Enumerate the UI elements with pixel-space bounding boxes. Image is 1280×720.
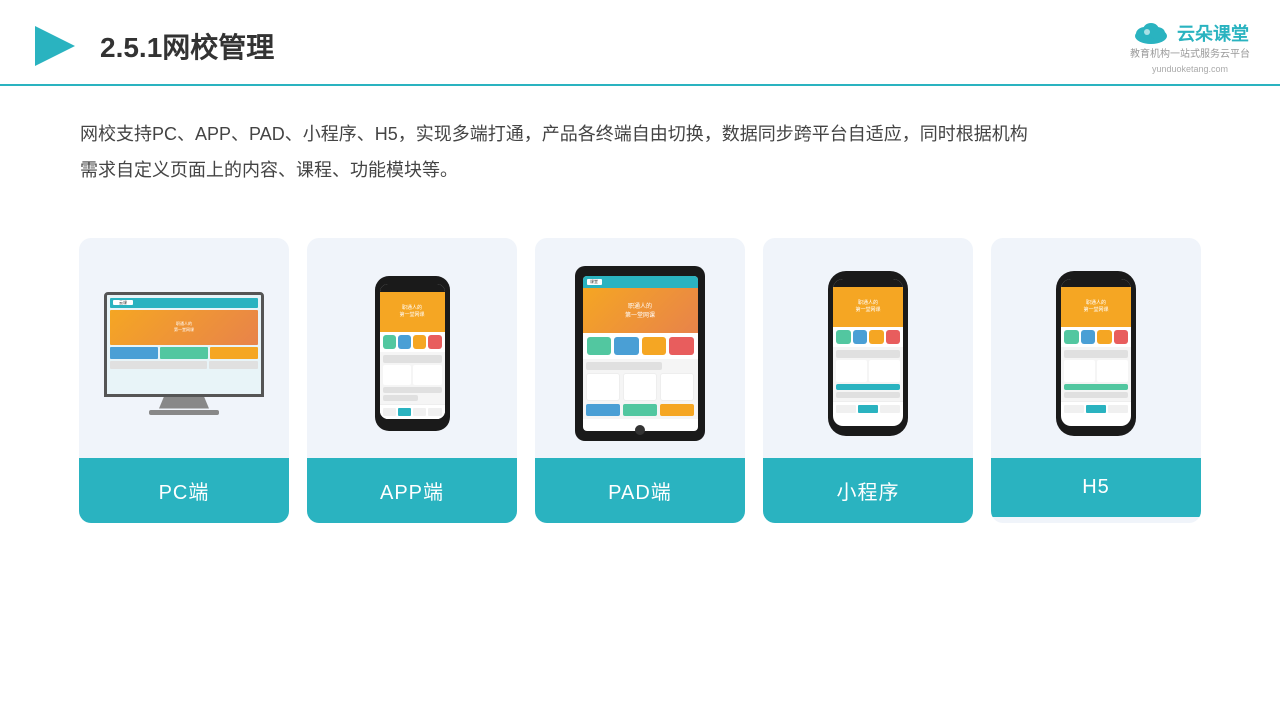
pc-mockup: 云课 职通人的第一堂网课: [104, 292, 264, 415]
logo-url: yunduoketang.com: [1152, 64, 1228, 74]
tablet-screen: 课堂 职通人的第一堂网课: [583, 276, 698, 431]
phone-mockup-app: 职通人的第一堂网课: [375, 276, 450, 431]
logo-cloud: 云朵课堂: [1131, 18, 1249, 48]
description: 网校支持PC、APP、PAD、小程序、H5，实现多端打通，产品各终端自由切换，数…: [0, 86, 1280, 198]
card-app: 职通人的第一堂网课: [307, 238, 517, 523]
phone-notch-app: [400, 284, 425, 290]
card-miniprogram-image: 职通人的第一堂网课: [763, 238, 973, 458]
logo-tagline: 教育机构一站式服务云平台: [1130, 48, 1250, 62]
card-app-image: 职通人的第一堂网课: [307, 238, 517, 458]
phone-mockup-h5: 职通人的第一堂网课: [1056, 271, 1136, 436]
card-h5-label: H5: [991, 458, 1201, 517]
card-pc: 云课 职通人的第一堂网课: [79, 238, 289, 523]
card-pc-image: 云课 职通人的第一堂网课: [79, 238, 289, 458]
description-text: 网校支持PC、APP、PAD、小程序、H5，实现多端打通，产品各终端自由切换，数…: [80, 124, 1028, 144]
pc-stand: [159, 397, 209, 409]
cards-container: 云课 职通人的第一堂网课: [0, 208, 1280, 553]
phone-notch-h5: [1084, 279, 1109, 285]
logo-text: 云朵课堂: [1177, 20, 1249, 46]
card-miniprogram: 职通人的第一堂网课: [763, 238, 973, 523]
card-app-label: APP端: [307, 458, 517, 523]
card-pad: 课堂 职通人的第一堂网课: [535, 238, 745, 523]
description-text-2: 需求自定义页面上的内容、课程、功能模块等。: [80, 160, 458, 180]
phone-screen-h5: 职通人的第一堂网课: [1061, 279, 1131, 426]
phone-screen-app: 职通人的第一堂网课: [380, 284, 445, 419]
cloud-icon: [1131, 18, 1171, 48]
pc-base: [149, 410, 219, 415]
phone-screen-mini: 职通人的第一堂网课: [833, 279, 903, 426]
page-title: 2.5.1网校管理: [100, 26, 274, 66]
pc-screen: 云课 职通人的第一堂网课: [104, 292, 264, 397]
card-pc-label: PC端: [79, 458, 289, 523]
card-h5: 职通人的第一堂网课: [991, 238, 1201, 523]
header: 2.5.1网校管理 云朵课堂 教育机构一站式服务云平台 yunduoketang…: [0, 0, 1280, 86]
tablet-home-button: [635, 425, 645, 435]
card-h5-image: 职通人的第一堂网课: [991, 238, 1201, 458]
card-pad-label: PAD端: [535, 458, 745, 523]
phone-mockup-mini: 职通人的第一堂网课: [828, 271, 908, 436]
card-pad-image: 课堂 职通人的第一堂网课: [535, 238, 745, 458]
play-icon: [30, 21, 80, 71]
header-left: 2.5.1网校管理: [30, 21, 274, 71]
card-miniprogram-label: 小程序: [763, 458, 973, 523]
phone-notch-mini: [856, 279, 881, 285]
logo-area: 云朵课堂 教育机构一站式服务云平台 yunduoketang.com: [1130, 18, 1250, 74]
tablet-mockup: 课堂 职通人的第一堂网课: [575, 266, 705, 441]
